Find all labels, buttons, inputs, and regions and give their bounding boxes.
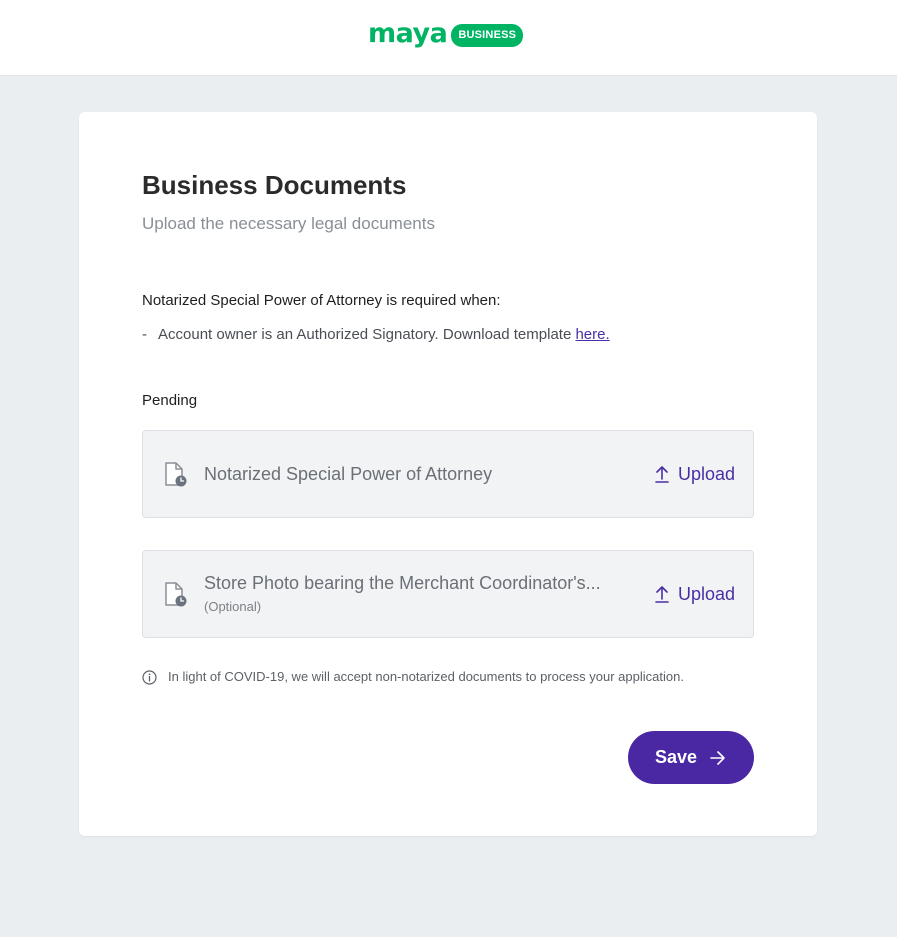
logo-badge: BUSINESS	[451, 23, 524, 47]
maya-business-logo[interactable]: maya BUSINESS	[368, 17, 524, 50]
requirements-heading: Notarized Special Power of Attorney is r…	[142, 292, 501, 309]
document-optional-label: (Optional)	[204, 599, 262, 614]
top-bar: maya BUSINESS	[0, 0, 897, 76]
page-title: Business Documents	[142, 170, 407, 200]
document-pending-icon	[164, 582, 188, 608]
upload-arrow-icon	[655, 586, 669, 603]
save-label: Save	[654, 747, 698, 767]
requirement-text: Account owner is an Authorized Signatory…	[158, 326, 576, 343]
pending-section-label: Pending	[142, 392, 198, 409]
upload-button[interactable]: Upload	[655, 551, 735, 637]
upload-label: Upload	[677, 583, 735, 604]
info-icon	[142, 669, 157, 685]
covid-note: In light of COVID-19, we will accept non…	[142, 668, 684, 686]
document-row: Store Photo bearing the Merchant Coordin…	[142, 550, 754, 638]
document-text: Notarized Special Power of Attorney	[204, 431, 624, 517]
document-text: Store Photo bearing the Merchant Coordin…	[204, 551, 624, 637]
arrow-right-icon	[710, 750, 725, 765]
documents-card: Business Documents Upload the necessary …	[79, 112, 817, 836]
download-template-link[interactable]: here.	[575, 326, 609, 343]
document-row: Notarized Special Power of Attorney Uplo…	[142, 430, 754, 518]
requirement-item: - Account owner is an Authorized Signator…	[142, 325, 610, 345]
upload-button[interactable]: Upload	[655, 431, 735, 517]
document-name: Notarized Special Power of Attorney	[204, 464, 493, 484]
covid-note-text: In light of COVID-19, we will accept non…	[168, 669, 684, 684]
upload-arrow-icon	[655, 466, 669, 483]
document-pending-icon	[164, 462, 188, 488]
logo-wordmark: maya	[368, 17, 448, 49]
document-name: Store Photo bearing the Merchant Coordin…	[204, 573, 601, 593]
save-button[interactable]: Save	[628, 731, 754, 784]
upload-label: Upload	[677, 463, 735, 484]
list-dash: -	[142, 326, 147, 343]
page-subtitle: Upload the necessary legal documents	[142, 214, 435, 233]
